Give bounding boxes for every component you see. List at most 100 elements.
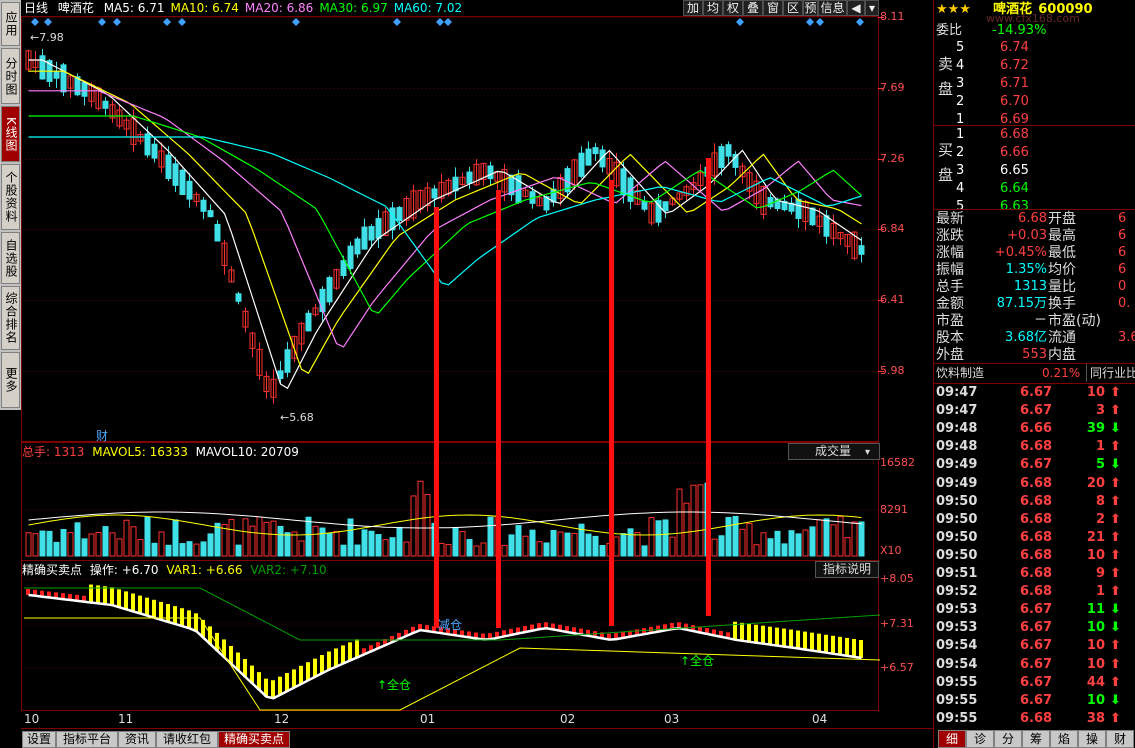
candle-body[interactable]: [81, 82, 88, 97]
tick-volume: 20: [1086, 475, 1105, 491]
event-diamond-icon[interactable]: [436, 18, 444, 26]
candle-body[interactable]: [795, 198, 802, 220]
bottom-tab-0[interactable]: 设置: [22, 731, 56, 748]
candle-body[interactable]: [200, 199, 207, 212]
buy-level-price[interactable]: 6.66: [1000, 144, 1029, 162]
candle-body[interactable]: [375, 218, 382, 239]
bottom-tab-3[interactable]: 请收红包: [156, 731, 218, 748]
sell-level-price[interactable]: 6.72: [1000, 57, 1029, 75]
price-axis-label: 7.26: [880, 152, 905, 165]
stat-value-2: 0: [1118, 279, 1127, 294]
candle-body[interactable]: [368, 225, 375, 241]
volume-bar: [102, 526, 109, 557]
bottom-tab-1[interactable]: 指标平台: [56, 731, 118, 748]
event-diamond-icon[interactable]: [856, 18, 864, 26]
volume-bar: [487, 516, 494, 557]
right-tab-1[interactable]: 诊: [966, 730, 994, 748]
event-diamond-icon[interactable]: [98, 18, 106, 26]
finance-marker[interactable]: 财: [96, 427, 108, 444]
volume-bar: [620, 533, 627, 557]
candle-body[interactable]: [151, 143, 158, 159]
candle-body[interactable]: [326, 277, 333, 303]
indicator-help-button[interactable]: 指标说明: [815, 561, 879, 578]
right-tab-6[interactable]: 财: [1106, 730, 1134, 748]
candle-body[interactable]: [641, 200, 648, 210]
candle-body[interactable]: [235, 293, 242, 302]
candle-body[interactable]: [305, 312, 312, 332]
candle-body[interactable]: [354, 238, 361, 255]
buy-level-num: 2: [956, 145, 965, 160]
candle-body[interactable]: [347, 245, 354, 269]
tick-volume: 3: [1095, 403, 1105, 419]
event-diamond-icon[interactable]: [806, 18, 814, 26]
volume-selector[interactable]: 成交量 ▾: [788, 443, 880, 460]
sell-level-price[interactable]: 6.70: [1000, 93, 1029, 111]
candle-body[interactable]: [186, 180, 193, 200]
industry-compare-tab[interactable]: 同行业比: [1086, 364, 1135, 382]
candle-body[interactable]: [767, 197, 774, 208]
bottom-tab-2[interactable]: 资讯: [118, 731, 156, 748]
candle-body[interactable]: [725, 144, 732, 157]
candle-body[interactable]: [179, 169, 186, 196]
candle-body[interactable]: [466, 171, 473, 184]
candle-body[interactable]: [284, 349, 291, 373]
candle-body[interactable]: [585, 148, 592, 166]
right-tab-4[interactable]: 焰: [1050, 730, 1078, 748]
right-tab-0[interactable]: 细: [938, 730, 966, 748]
candle-body[interactable]: [592, 147, 599, 155]
stat-value: +0.45%: [994, 245, 1047, 260]
sell-level-price[interactable]: 6.74: [1000, 39, 1029, 57]
candle-body[interactable]: [165, 154, 172, 180]
buy-level-price[interactable]: 6.65: [1000, 162, 1029, 180]
event-diamond-icon[interactable]: [444, 18, 452, 26]
event-diamond-icon[interactable]: [393, 18, 401, 26]
candle-body[interactable]: [578, 152, 585, 177]
event-diamond-icon[interactable]: [113, 18, 121, 26]
candle-body[interactable]: [662, 201, 669, 212]
right-tab-2[interactable]: 分: [994, 730, 1022, 748]
event-diamond-icon[interactable]: [816, 18, 824, 26]
volume-bar: [319, 527, 326, 557]
candle-body[interactable]: [487, 165, 494, 180]
volume-bar: [396, 526, 403, 557]
indicator-bar: [817, 633, 821, 652]
candle-body[interactable]: [718, 146, 725, 168]
candle-body[interactable]: [102, 100, 109, 109]
event-diamond-icon[interactable]: [178, 18, 186, 26]
candle-body[interactable]: [207, 210, 214, 218]
right-tab-3[interactable]: 筹: [1022, 730, 1050, 748]
event-diamond-icon[interactable]: [31, 18, 39, 26]
indicator-bar: [124, 591, 128, 610]
indicator-bar: [782, 628, 786, 647]
candle-body[interactable]: [60, 64, 67, 93]
candle-body[interactable]: [396, 207, 403, 222]
buy-level-price[interactable]: 6.68: [1000, 126, 1029, 144]
arrow-up-icon: ⬆: [1110, 511, 1121, 527]
volume-bar: [571, 532, 578, 557]
indicator-axis-top: +8.05: [880, 572, 914, 585]
buy-level-price[interactable]: 6.64: [1000, 180, 1029, 198]
stat-key-2: 换手: [1048, 296, 1076, 312]
candle-body[interactable]: [452, 176, 459, 192]
candle-body[interactable]: [172, 163, 179, 186]
candle-body[interactable]: [823, 215, 830, 237]
candle-body[interactable]: [361, 226, 368, 250]
candle-body[interactable]: [809, 207, 816, 226]
event-diamond-icon[interactable]: [163, 18, 171, 26]
candle-body[interactable]: [620, 168, 627, 196]
event-diamond-icon[interactable]: [44, 18, 52, 26]
volume-bar: [641, 545, 648, 557]
event-diamond-icon[interactable]: [292, 18, 300, 26]
candle-body[interactable]: [214, 223, 221, 242]
event-diamond-icon[interactable]: [736, 18, 744, 26]
bottom-tab-4[interactable]: 精确买卖点: [218, 731, 290, 748]
candle-body[interactable]: [858, 245, 865, 255]
stat-key-2: 内盘: [1048, 347, 1076, 363]
app-window: 应用 分时图 K线图 个股资料 自选股 综合排名 更多 日线 啤酒花 MA5: 6.71 MA…: [0, 0, 1135, 748]
candle-body[interactable]: [53, 70, 60, 79]
right-tab-5[interactable]: 操: [1078, 730, 1106, 748]
sell-level-price[interactable]: 6.71: [1000, 75, 1029, 93]
candle-body[interactable]: [431, 188, 438, 199]
candle-body[interactable]: [39, 55, 46, 80]
candle-body[interactable]: [389, 207, 396, 231]
